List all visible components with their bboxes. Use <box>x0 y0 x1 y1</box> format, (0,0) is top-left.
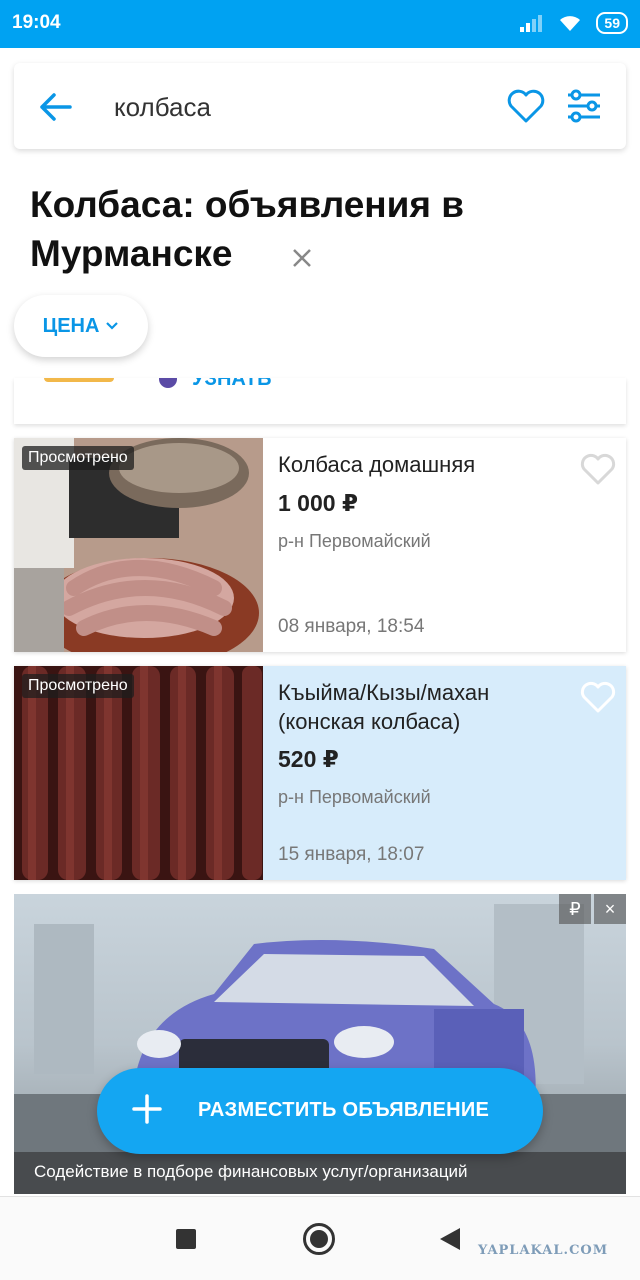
viewed-badge: Просмотрено <box>22 674 134 698</box>
status-icons: 59 <box>520 12 628 34</box>
price-filter-button[interactable]: ЦЕНА <box>14 295 148 357</box>
partial-card-logo <box>159 378 177 388</box>
page-title-text: Колбаса: объявления в Мурманске <box>30 184 465 274</box>
chevron-down-icon <box>106 322 119 330</box>
signal-icon <box>520 15 543 32</box>
partial-listing-card[interactable]: УЗНАТЬ <box>14 378 626 424</box>
back-button[interactable] <box>440 1228 460 1250</box>
status-time: 19:04 <box>12 12 61 33</box>
listing-price: 520 ₽ <box>278 746 339 772</box>
status-bar: 19:04 59 <box>0 0 640 48</box>
filter-icon[interactable] <box>564 87 604 125</box>
price-filter-label: ЦЕНА <box>42 314 100 337</box>
post-ad-label: РАЗМЕСТИТЬ ОБЪЯВЛЕНИЕ <box>198 1099 490 1121</box>
close-icon[interactable] <box>288 244 316 272</box>
listing-photo-horse-sausage: Просмотрено <box>14 666 263 880</box>
listing-title[interactable]: Колбаса домашняя <box>278 450 578 479</box>
listing-date: 15 января, 18:07 <box>278 844 425 865</box>
back-arrow-icon[interactable] <box>38 89 74 125</box>
partial-card-action[interactable]: УЗНАТЬ <box>192 378 271 391</box>
ad-close-button[interactable]: × <box>594 894 626 924</box>
search-input[interactable]: колбаса <box>114 92 211 123</box>
wifi-icon <box>560 16 581 31</box>
listing-date: 08 января, 18:54 <box>278 616 425 637</box>
system-nav-bar <box>0 1196 640 1280</box>
battery-indicator: 59 <box>596 12 628 34</box>
page-title: Колбаса: объявления в Мурманске <box>30 180 590 278</box>
recents-button[interactable] <box>176 1229 196 1249</box>
listing-card[interactable]: Просмотрено Колбаса домашняя 1 000 ₽ р-н… <box>14 438 626 652</box>
listing-title[interactable]: Къыйма/Кызы/махан (конская колбаса) <box>278 678 578 736</box>
listing-district: р-н Первомайский <box>278 531 431 551</box>
search-bar: колбаса <box>14 63 626 149</box>
plus-icon <box>132 1094 162 1124</box>
heart-icon[interactable] <box>506 87 546 125</box>
favorite-heart-icon[interactable] <box>580 452 616 486</box>
post-ad-button[interactable]: РАЗМЕСТИТЬ ОБЪЯВЛЕНИЕ <box>97 1068 543 1154</box>
home-button[interactable] <box>303 1223 335 1255</box>
ad-currency-tag: ₽ <box>559 894 591 924</box>
viewed-badge: Просмотрено <box>22 446 134 470</box>
listing-photo-sausage: Просмотрено <box>14 438 263 652</box>
watermark: YAPLAKAL.COM <box>478 1243 609 1258</box>
listing-card[interactable]: Просмотрено Къыйма/Кызы/махан (конская к… <box>14 666 626 880</box>
listing-price: 1 000 ₽ <box>278 490 358 516</box>
ad-caption: Содействие в подборе финансовых услуг/ор… <box>14 1152 626 1194</box>
partial-card-image <box>44 378 114 382</box>
favorite-heart-icon[interactable] <box>580 680 616 714</box>
listing-district: р-н Первомайский <box>278 787 431 807</box>
